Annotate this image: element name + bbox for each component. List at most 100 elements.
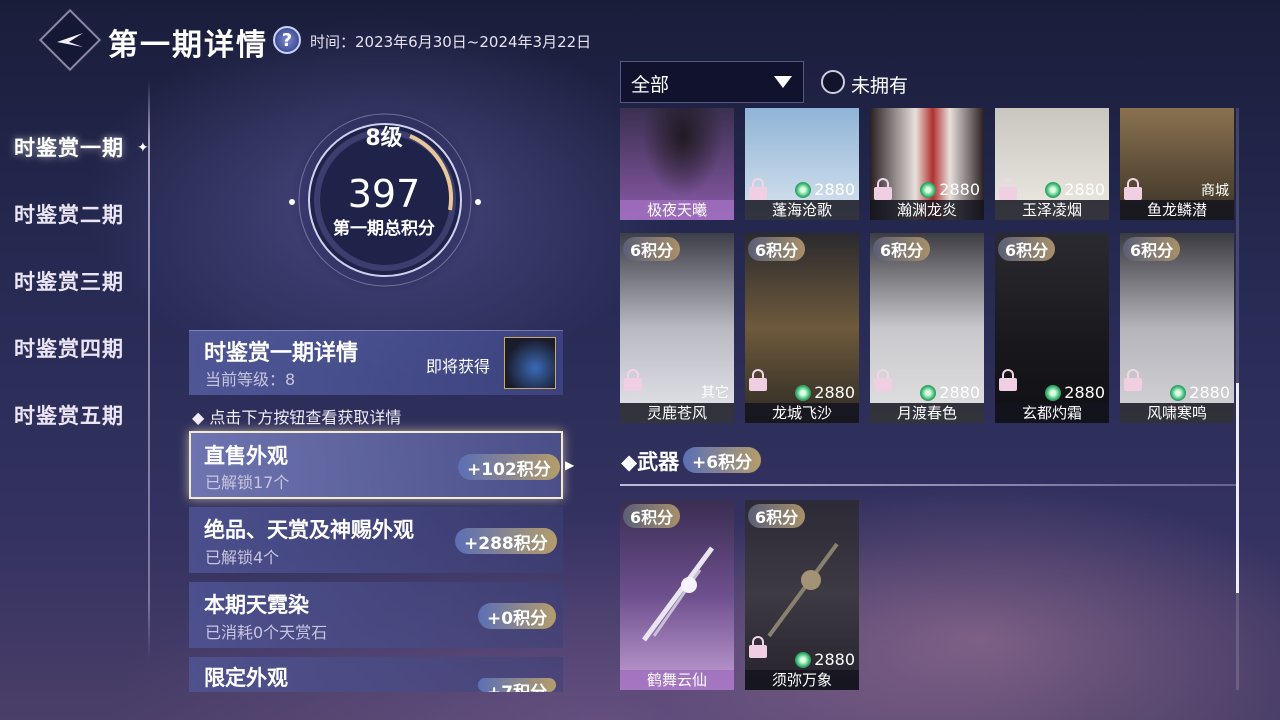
- outfit-card[interactable]: 2880 蓬海沧歌: [745, 108, 859, 220]
- lock-icon: [874, 369, 892, 391]
- outfit-card[interactable]: 6积分 2880 龙城飞沙: [745, 233, 859, 423]
- sword-icon: [641, 546, 715, 642]
- lock-icon: [1124, 369, 1142, 391]
- points-badge: 6积分: [1123, 237, 1181, 261]
- nav-item-period-3[interactable]: 时鉴赏三期: [14, 266, 124, 296]
- outfit-name: 灵鹿苍风: [620, 403, 734, 423]
- outfit-name: 玄都灼霜: [995, 403, 1109, 423]
- weapons-points-badge: +6积分: [683, 447, 762, 473]
- outfit-name: 龙城飞沙: [745, 403, 859, 423]
- category-points-badge: +102积分: [458, 454, 560, 480]
- outfit-card[interactable]: 6积分 2880 风啸寒鸣: [1120, 233, 1234, 423]
- hint-text: ◆ 点击下方按钮查看获取详情: [192, 408, 402, 427]
- lock-icon: [874, 178, 892, 200]
- outfit-card[interactable]: 6积分 2880 玄都灼霜: [995, 233, 1109, 423]
- points-badge: 6积分: [623, 237, 681, 261]
- soon-reward-thumbnail[interactable]: [504, 337, 556, 389]
- outfit-price: 2880: [920, 383, 980, 402]
- weapons-section-title: ◆武器: [621, 450, 680, 474]
- dropdown-arrow-icon: [774, 76, 792, 88]
- period-time-label: 时间：2023年6月30日~2024年3月22日: [310, 33, 592, 51]
- jade-coin-icon: [795, 384, 812, 401]
- lock-icon: [749, 369, 767, 391]
- section-divider: [620, 484, 1236, 486]
- points-badge: 6积分: [623, 504, 681, 528]
- outfit-name: 风啸寒鸣: [1120, 403, 1234, 423]
- weapon-name: 须弥万象: [745, 670, 859, 690]
- points-badge: 6积分: [873, 237, 931, 261]
- outfit-name: 月渡春色: [870, 403, 984, 423]
- jade-coin-icon: [795, 651, 812, 668]
- jade-coin-icon: [795, 181, 812, 198]
- points-badge: 6积分: [998, 237, 1056, 261]
- jade-coin-icon: [920, 181, 937, 198]
- category-points-badge: +288积分: [455, 528, 557, 554]
- category-sub: 已消耗0个天赏石: [205, 623, 328, 642]
- category-points-badge: +7积分: [478, 678, 557, 692]
- outfit-name: 极夜天曦: [620, 200, 734, 220]
- lock-icon: [1124, 178, 1142, 200]
- jade-coin-icon: [1045, 181, 1062, 198]
- category-sub: 已解锁4个: [205, 548, 280, 567]
- nav-active-marker-icon: ✦: [137, 140, 149, 156]
- soon-reward-label: 即将获得: [426, 357, 491, 376]
- weapon-card[interactable]: 6积分 鹤舞云仙: [620, 500, 734, 690]
- outfit-source: 商城: [1201, 183, 1229, 199]
- outfit-price: 2880: [920, 180, 980, 199]
- not-owned-label: 未拥有: [851, 75, 909, 97]
- scrollbar-thumb[interactable]: [1236, 383, 1239, 593]
- nav-item-period-5[interactable]: 时鉴赏五期: [14, 400, 124, 430]
- category-title: 绝品、天赏及神赐外观: [204, 518, 414, 542]
- nav-item-period-4[interactable]: 时鉴赏四期: [14, 333, 124, 363]
- category-title: 本期天霓染: [204, 593, 309, 617]
- outfit-price: 2880: [795, 383, 855, 402]
- nav-item-period-1[interactable]: 时鉴赏一期: [14, 132, 124, 162]
- page-title: 第一期详情: [108, 28, 268, 63]
- weapon-name: 鹤舞云仙: [620, 670, 734, 690]
- outfit-name: 玉泽凌烟: [995, 200, 1109, 220]
- back-arrow-icon: [48, 18, 92, 62]
- lock-icon: [999, 369, 1017, 391]
- help-button[interactable]: ?: [273, 26, 301, 54]
- current-level-text: 当前等级：8: [205, 370, 296, 389]
- nav-item-period-2[interactable]: 时鉴赏二期: [14, 199, 124, 229]
- outfit-price: 2880: [1045, 180, 1105, 199]
- not-owned-checkbox[interactable]: [821, 70, 845, 94]
- lock-icon: [624, 369, 642, 391]
- jade-coin-icon: [1045, 384, 1062, 401]
- outfit-card[interactable]: 2880 玉泽凌烟: [995, 108, 1109, 220]
- total-score-value: 397: [347, 172, 421, 216]
- lock-icon: [749, 636, 767, 658]
- weapon-card[interactable]: 6积分 2880 须弥万象: [745, 500, 859, 690]
- nav-divider-line: [148, 80, 150, 660]
- outfit-name: 瀚渊龙炎: [870, 200, 984, 220]
- outfit-price: 2880: [1045, 383, 1105, 402]
- total-score-label: 第一期总积分: [333, 219, 435, 239]
- weapon-price: 2880: [795, 650, 855, 669]
- outfit-card[interactable]: 极夜天曦: [620, 108, 734, 220]
- selected-arrow-icon: ▶: [565, 458, 575, 472]
- outfit-card[interactable]: 6积分 其它 灵鹿苍风: [620, 233, 734, 423]
- outfit-name: 蓬海沧歌: [745, 200, 859, 220]
- outfit-name: 鱼龙鳞潜: [1120, 200, 1234, 220]
- level-label: 8级: [365, 126, 403, 151]
- period-detail-title: 时鉴赏一期详情: [204, 341, 359, 366]
- outfit-card[interactable]: 6积分 2880 月渡春色: [870, 233, 984, 423]
- lock-icon: [749, 178, 767, 200]
- outfit-price: 2880: [795, 180, 855, 199]
- category-title: 直售外观: [204, 444, 288, 468]
- spear-icon: [767, 542, 839, 638]
- category-sub: 已解锁17个: [205, 473, 290, 492]
- outfit-source: 其它: [701, 385, 729, 401]
- jade-coin-icon: [920, 384, 937, 401]
- points-badge: 6积分: [748, 237, 806, 261]
- outfit-price: 2880: [1170, 383, 1230, 402]
- outfit-card[interactable]: 商城 鱼龙鳞潜: [1120, 108, 1234, 220]
- category-points-badge: +0积分: [478, 603, 557, 629]
- points-badge: 6积分: [748, 504, 806, 528]
- filter-selected-value: 全部: [631, 74, 670, 96]
- jade-coin-icon: [1170, 384, 1187, 401]
- category-title: 限定外观: [204, 666, 288, 690]
- lock-icon: [999, 178, 1017, 200]
- outfit-card[interactable]: 2880 瀚渊龙炎: [870, 108, 984, 220]
